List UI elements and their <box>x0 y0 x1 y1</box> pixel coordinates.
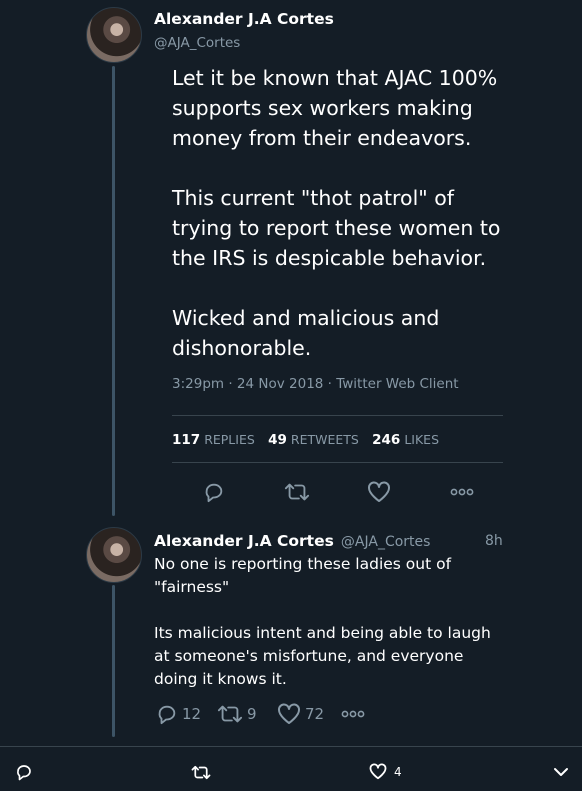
retweets-label[interactable]: RETWEETS <box>291 432 359 447</box>
reply-button[interactable] <box>203 481 225 503</box>
retweet-icon <box>284 483 310 501</box>
replies-count[interactable]: 117 <box>172 432 200 448</box>
more-icon <box>341 710 365 718</box>
retweets-count[interactable]: 49 <box>268 432 287 448</box>
reply-author-name[interactable]: Alexander J.A Cortes <box>154 532 334 550</box>
avatar[interactable] <box>86 7 142 63</box>
reply-icon <box>205 483 223 503</box>
like-icon <box>368 481 390 502</box>
retweet-count: 9 <box>247 705 257 723</box>
author-handle[interactable]: @AJA_Cortes <box>154 35 240 51</box>
reply-icon <box>17 765 31 781</box>
replies-label[interactable]: REPLIES <box>204 432 255 447</box>
divider <box>172 462 503 463</box>
more-icon <box>450 488 474 496</box>
bottom-like-button[interactable]: 4 <box>369 763 402 780</box>
tweet-text: Let it be known that AJAC 100% supports … <box>172 66 501 360</box>
chevron-down-icon <box>554 768 568 776</box>
likes-label[interactable]: LIKES <box>404 432 439 447</box>
tweet-stats: 117 REPLIES 49 RETWEETS 246 LIKES <box>172 432 448 448</box>
reply-reply-button[interactable]: 12 <box>156 703 201 725</box>
reply-retweet-button[interactable]: 9 <box>217 704 257 724</box>
avatar[interactable] <box>86 527 142 583</box>
thread-line-top <box>112 66 115 516</box>
expand-button[interactable] <box>553 767 569 777</box>
bottom-reply-button[interactable] <box>15 763 33 781</box>
retweet-button[interactable] <box>284 482 310 502</box>
reply-time[interactable]: 8h <box>485 533 503 549</box>
thread-line-bottom <box>112 585 115 737</box>
like-icon <box>369 763 387 780</box>
reply-text: No one is reporting these ladies out of … <box>154 555 491 688</box>
reply-count: 12 <box>182 705 202 723</box>
reply-author-handle[interactable]: @AJA_Cortes <box>341 534 431 550</box>
reply-icon <box>158 705 176 725</box>
like-button[interactable] <box>367 481 391 503</box>
more-button[interactable] <box>450 487 474 497</box>
likes-count[interactable]: 246 <box>372 432 400 448</box>
bottom-like-count: 4 <box>394 764 402 779</box>
reply-more-button[interactable] <box>341 709 365 719</box>
retweet-icon <box>217 705 243 723</box>
tweet-timestamp[interactable]: 3:29pm · 24 Nov 2018 · Twitter Web Clien… <box>172 376 459 392</box>
retweet-icon <box>191 765 211 780</box>
like-count: 72 <box>305 705 325 723</box>
reply-header: Alexander J.A Cortes @AJA_Cortes <box>154 531 430 550</box>
like-icon <box>278 703 300 724</box>
reply-like-button[interactable]: 72 <box>277 703 324 725</box>
author-name[interactable]: Alexander J.A Cortes <box>154 10 334 28</box>
divider <box>172 415 503 416</box>
bottom-retweet-button[interactable] <box>191 765 211 780</box>
bottom-action-bar: 4 <box>0 746 582 791</box>
